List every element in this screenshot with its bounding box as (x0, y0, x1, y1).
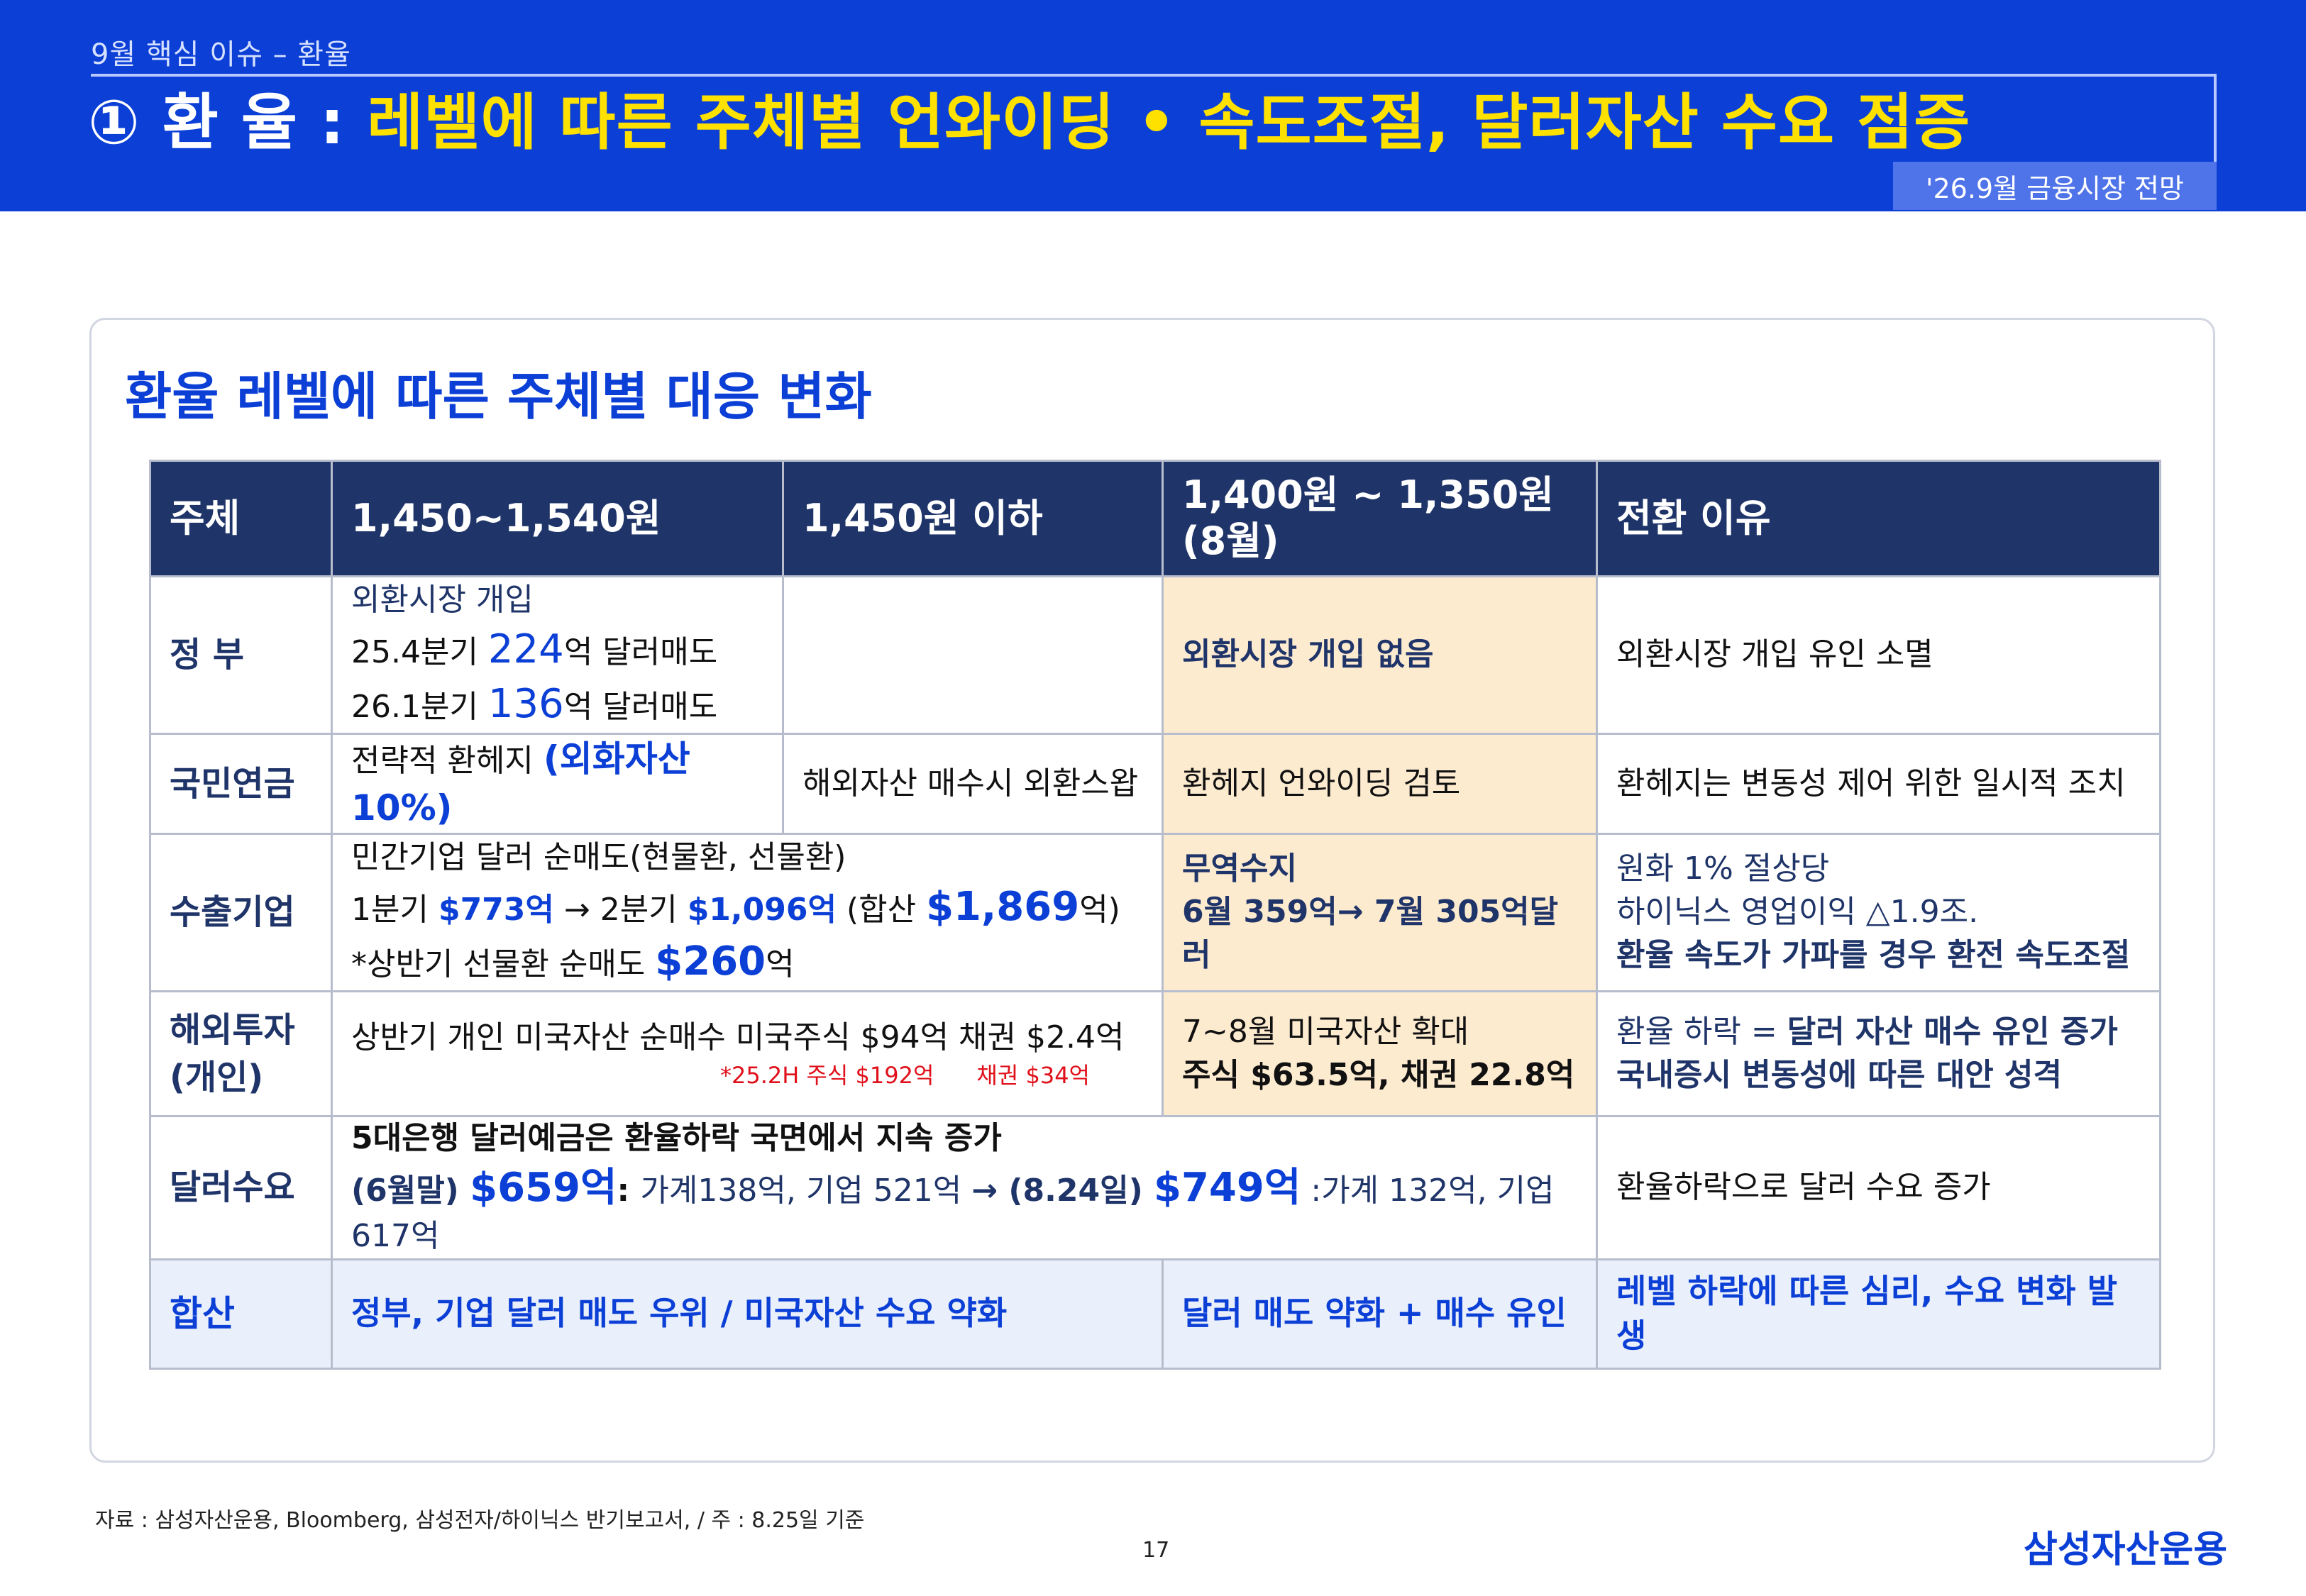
gov-line3: 26.1분기 136억 달러매도 (351, 680, 718, 727)
page-title: ① 환 율 : 레벨에 따른 주체별 언와이딩 • 속도조절, 달러자산 수요 … (88, 92, 1970, 153)
header-cell-range3: 1,400원 ~ 1,350원 (8월) (1162, 460, 1598, 577)
total-reason-cell: 레벨 하락에 따른 심리, 수요 변화 발생 (1596, 1258, 2161, 1370)
breadcrumb: 9월 핵심 이슈 – 환율 (91, 38, 351, 71)
page-number: 17 (1142, 1538, 1170, 1563)
table-row-exporters: 수출기업 민간기업 달러 순매도(현물환, 선물환) 1분기 $773억 → 2… (149, 833, 2161, 992)
total-summary-cell: 정부, 기업 달러 매도 우위 / 미국자산 수요 약화 (331, 1258, 1164, 1370)
dollar-reason-cell: 환율하락으로 달러 수요 증가 (1596, 1115, 2161, 1260)
total-august-cell: 달러 매도 약화 + 매수 유인 (1162, 1258, 1598, 1370)
table-row-government: 정 부 외환시장 개입 25.4분기 224억 달러매도 26.1분기 136억… (149, 575, 2161, 735)
exporters-reason-cell: 원화 1% 절상당 하이닉스 영업이익 △1.9조. 환율 속도가 가파를 경우… (1596, 833, 2161, 992)
source-note: 자료 : 삼성자산운용, Bloomberg, 삼성전자/하이닉스 반기보고서,… (95, 1508, 865, 1533)
gov-reason-cell: 외환시장 개입 유인 소멸 (1596, 575, 2161, 735)
row-label-overseas: 해외투자 (개인) (149, 990, 333, 1117)
title-frame-right (2214, 74, 2217, 162)
overseas-reason-cell: 환율 하락 = 달러 자산 매수 유인 증가 국내증시 변동성에 따른 대안 성… (1596, 990, 2161, 1117)
title-highlight: 레벨에 따른 주체별 언와이딩 • 속도조절, 달러자산 수요 점증 (367, 87, 1971, 158)
table-row-nps: 국민연금 전략적 환헤지 (외화자산 10%) 해외자산 매수시 외환스왑 환헤… (149, 733, 2161, 835)
nps-hedge-cell: 전략적 환헤지 (외화자산 10%) (331, 733, 784, 835)
table-row-overseas: 해외투자 (개인) 상반기 개인 미국자산 순매수 미국주식 $94억 채권 $… (149, 990, 2161, 1117)
exporters-line3: *상반기 선물환 순매도 $260억 (351, 938, 795, 985)
gov-line2: 25.4분기 224억 달러매도 (351, 626, 718, 672)
title-prefix: ① 환 율 : (88, 87, 368, 158)
header-cell-entity: 주체 (149, 460, 333, 577)
exporters-trade-cell: 무역수지 6월 359억→ 7월 305억달러 (1162, 833, 1598, 992)
section-title: 환율 레벨에 따른 주체별 대응 변화 (125, 367, 872, 426)
brand-logo: 삼성자산운용 (2024, 1529, 2228, 1571)
nps-reason-cell: 환헤지는 변동성 제어 위한 일시적 조치 (1596, 733, 2161, 835)
gov-line1: 외환시장 개입 (351, 581, 534, 618)
gov-august-cell: 외환시장 개입 없음 (1162, 575, 1598, 735)
nps-swap-cell: 해외자산 매수시 외환스왑 (782, 733, 1164, 835)
dollar-deposit-cell: 5대은행 달러예금은 환율하락 국면에서 지속 증가 (6월말) $659억: … (331, 1115, 1598, 1260)
header-cell-reason: 전환 이유 (1596, 460, 2161, 577)
table-header-row: 주체 1,450~1,540원 1,450원 이하 1,400원 ~ 1,350… (149, 460, 2161, 577)
title-frame-top (91, 74, 2217, 77)
nps-august-cell: 환헤지 언와이딩 검토 (1162, 733, 1598, 835)
overseas-august-cell: 7~8월 미국자산 확대 주식 $63.5억, 채권 22.8억 (1162, 990, 1598, 1117)
exporters-sales-cell: 민간기업 달러 순매도(현물환, 선물환) 1분기 $773억 → 2분기 $1… (331, 833, 1164, 992)
report-tag: '26.9월 금융시장 전망 (1893, 162, 2217, 210)
gov-intervention-cell: 외환시장 개입 25.4분기 224억 달러매도 26.1분기 136억 달러매… (331, 575, 784, 735)
table-row-total: 합산 정부, 기업 달러 매도 우위 / 미국자산 수요 약화 달러 매도 약화… (149, 1258, 2161, 1370)
fx-response-table: 주체 1,450~1,540원 1,450원 이하 1,400원 ~ 1,350… (149, 460, 2161, 1370)
row-label-nps: 국민연금 (149, 733, 333, 835)
header-cell-range1: 1,450~1,540원 (331, 460, 784, 577)
row-label-government: 정 부 (149, 575, 333, 735)
row-label-dollar-demand: 달러수요 (149, 1115, 333, 1260)
table-row-dollar-demand: 달러수요 5대은행 달러예금은 환율하락 국면에서 지속 증가 (6월말) $6… (149, 1115, 2161, 1260)
exporters-line2: 1분기 $773억 → 2분기 $1,096억 (합산 $1,869억) (351, 883, 1120, 930)
exporters-line1: 민간기업 달러 순매도(현물환, 선물환) (351, 838, 846, 875)
header-cell-range2: 1,450원 이하 (782, 460, 1164, 577)
gov-empty-cell (782, 575, 1164, 735)
row-label-exporters: 수출기업 (149, 833, 333, 992)
row-label-total: 합산 (149, 1258, 333, 1370)
overseas-purchase-cell: 상반기 개인 미국자산 순매수 미국주식 $94억 채권 $2.4억 *25.2… (331, 990, 1164, 1117)
